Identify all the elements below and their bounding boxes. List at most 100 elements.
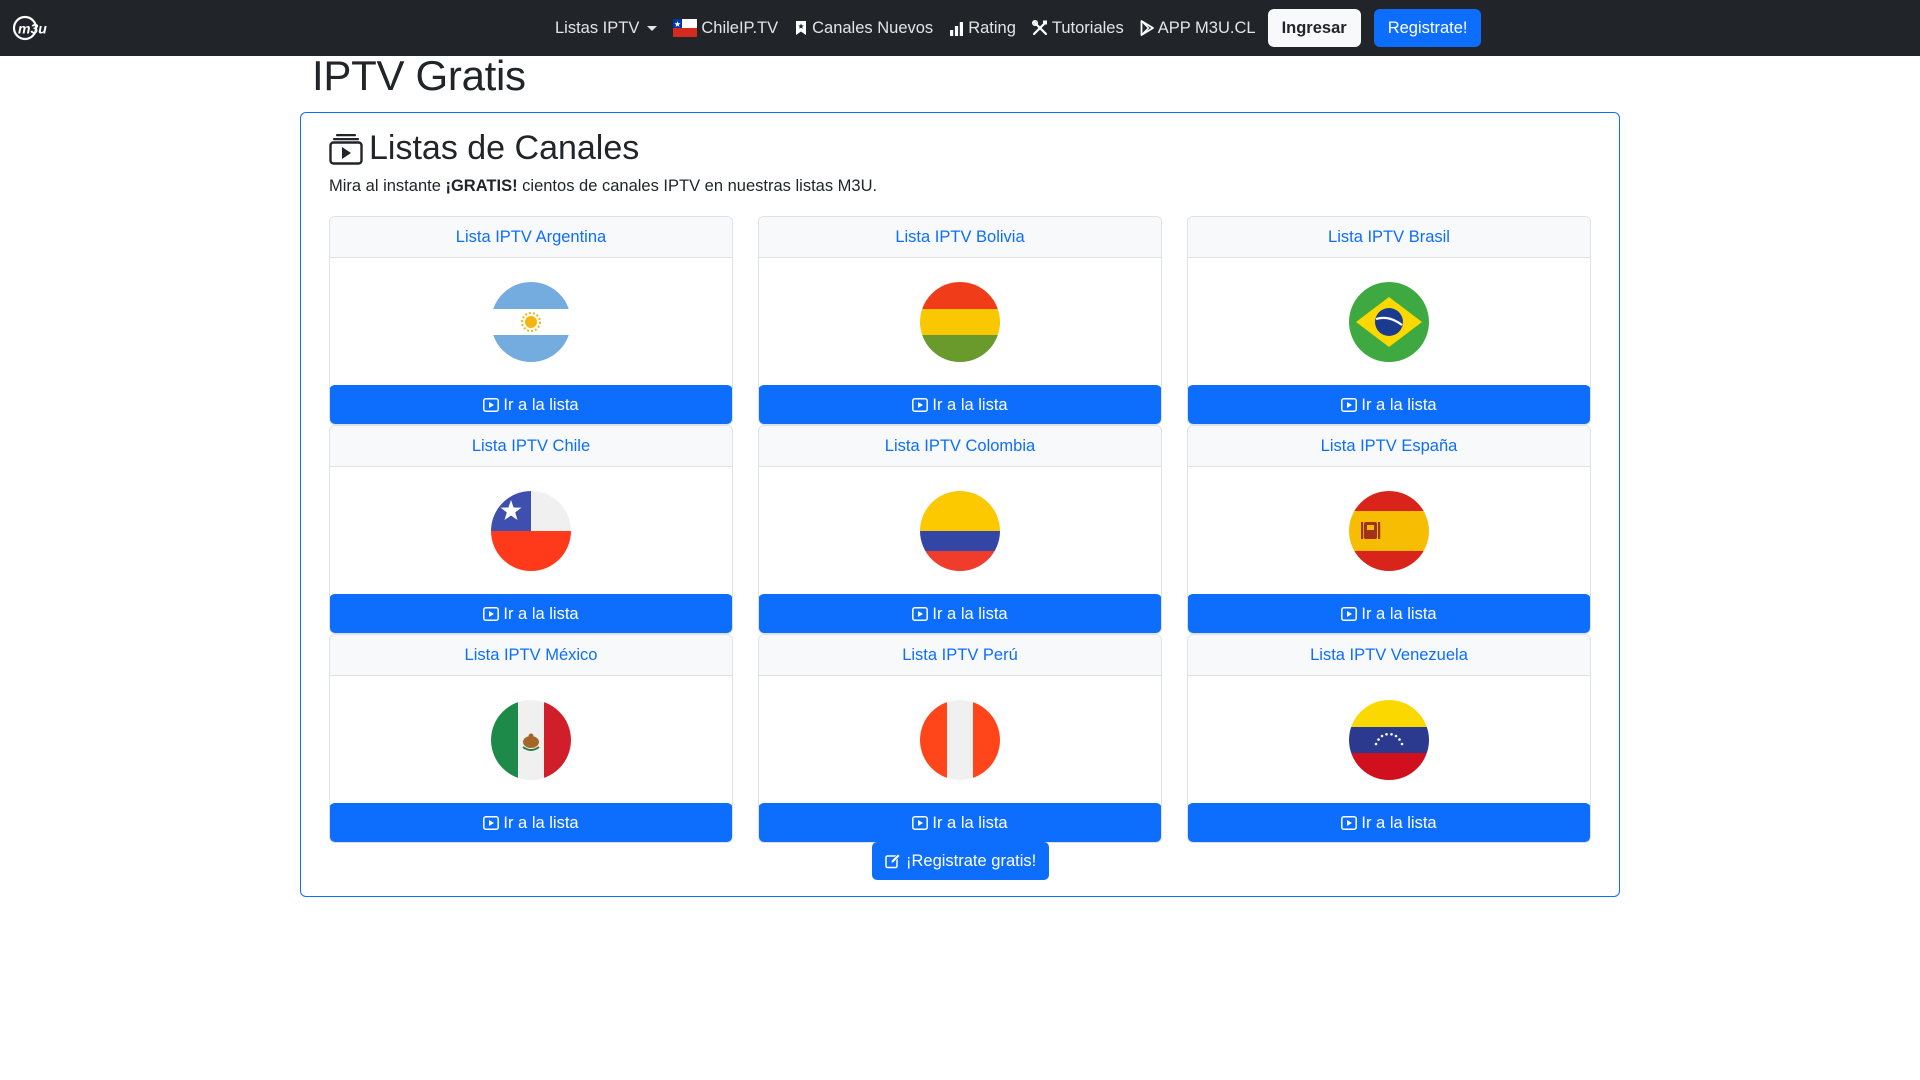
play-video-icon bbox=[483, 816, 500, 830]
card-body bbox=[330, 258, 732, 386]
go-to-list-button[interactable]: Ir a la lista bbox=[759, 803, 1161, 842]
card-title-link[interactable]: Lista IPTV España bbox=[1188, 426, 1590, 467]
register-button[interactable]: Registrate! bbox=[1373, 9, 1482, 47]
panel-heading: Listas de Canales bbox=[329, 129, 639, 168]
card-body bbox=[1188, 676, 1590, 804]
card-title-link[interactable]: Lista IPTV Argentina bbox=[330, 217, 732, 258]
card-bolivia: Lista IPTV Bolivia Ir a la lista bbox=[758, 216, 1162, 425]
play-video-icon bbox=[1341, 607, 1358, 621]
button-label: Ir a la lista bbox=[1361, 813, 1437, 832]
button-label: Ir a la lista bbox=[1361, 395, 1437, 414]
nav-item-listas-iptv[interactable]: Listas IPTV bbox=[547, 0, 665, 56]
card-body bbox=[1188, 258, 1590, 386]
go-to-list-button[interactable]: Ir a la lista bbox=[759, 594, 1161, 633]
lead-text: Mira al instante bbox=[329, 177, 446, 195]
go-to-list-button[interactable]: Ir a la lista bbox=[330, 385, 732, 424]
panel-title: Listas de Canales bbox=[369, 129, 640, 167]
caret-down-icon bbox=[647, 25, 658, 31]
card-body bbox=[759, 467, 1161, 595]
play-video-icon bbox=[912, 816, 929, 830]
nav-item-label: Rating bbox=[968, 18, 1016, 37]
page-title: IPTV Gratis bbox=[312, 52, 526, 99]
bolivia-flag-icon bbox=[920, 282, 1000, 362]
card-peru: Lista IPTV Perú Ir a la lista bbox=[758, 634, 1162, 843]
card-argentina: Lista IPTV Argentina Ir a la lista bbox=[329, 216, 733, 425]
colombia-flag-icon bbox=[920, 491, 1000, 571]
m3u-logo-icon: m3u bbox=[12, 15, 47, 41]
card-brasil: Lista IPTV Brasil Ir a la lista bbox=[1187, 216, 1591, 425]
nav-item-label: APP M3U.CL bbox=[1157, 18, 1256, 37]
tools-icon bbox=[1031, 20, 1047, 36]
button-label: Ir a la lista bbox=[503, 395, 579, 414]
card-title-link[interactable]: Lista IPTV Venezuela bbox=[1188, 635, 1590, 676]
card-body bbox=[759, 258, 1161, 386]
lead-text: cientos de canales IPTV en nuestras list… bbox=[517, 177, 878, 195]
card-title-link[interactable]: Lista IPTV Brasil bbox=[1188, 217, 1590, 258]
nav-item-label: Canales Nuevos bbox=[812, 18, 934, 37]
card-body bbox=[330, 467, 732, 595]
card-title-link[interactable]: Lista IPTV Perú bbox=[759, 635, 1161, 676]
play-store-icon bbox=[1140, 20, 1154, 36]
edit-icon bbox=[885, 853, 901, 869]
card-espana: Lista IPTV España Ir a la lista bbox=[1187, 425, 1591, 634]
svg-text:m3u: m3u bbox=[18, 21, 47, 37]
login-button[interactable]: Ingresar bbox=[1267, 9, 1361, 47]
card-chile: Lista IPTV Chile Ir a la lista bbox=[329, 425, 733, 634]
channel-lists-panel: Listas de Canales Mira al instante ¡GRAT… bbox=[300, 112, 1620, 897]
play-video-icon bbox=[912, 398, 929, 412]
play-video-icon bbox=[1341, 816, 1358, 830]
go-to-list-button[interactable]: Ir a la lista bbox=[1188, 385, 1590, 424]
brand-logo[interactable]: m3u bbox=[12, 14, 76, 42]
nav-item-app-m3ucl[interactable]: APP M3U.CL bbox=[1132, 0, 1264, 56]
go-to-list-button[interactable]: Ir a la lista bbox=[1188, 594, 1590, 633]
nav-item-canales-nuevos[interactable]: Canales Nuevos bbox=[786, 0, 941, 56]
card-mexico: Lista IPTV México Ir a la lista bbox=[329, 634, 733, 843]
go-to-list-button[interactable]: Ir a la lista bbox=[330, 803, 732, 842]
espana-flag-icon bbox=[1349, 491, 1429, 571]
play-video-icon bbox=[483, 607, 500, 621]
bookmark-icon bbox=[796, 21, 807, 35]
brasil-flag-icon bbox=[1349, 282, 1429, 362]
panel-description: Mira al instante ¡GRATIS! cientos de can… bbox=[329, 177, 877, 196]
button-label: Ir a la lista bbox=[932, 813, 1008, 832]
playlist-icon bbox=[329, 133, 363, 165]
go-to-list-button[interactable]: Ir a la lista bbox=[759, 385, 1161, 424]
go-to-list-button[interactable]: Ir a la lista bbox=[330, 594, 732, 633]
nav-item-label: Tutoriales bbox=[1051, 18, 1124, 37]
nav-item-label: ChileIP.TV bbox=[701, 18, 779, 37]
main-nav: Listas IPTV ChileIP.TV Canales Nuevos Ra… bbox=[547, 0, 1482, 56]
bar-chart-icon bbox=[950, 21, 964, 36]
nav-item-label: Listas IPTV bbox=[555, 18, 640, 37]
card-title-link[interactable]: Lista IPTV Colombia bbox=[759, 426, 1161, 467]
go-to-list-button[interactable]: Ir a la lista bbox=[1188, 803, 1590, 842]
button-label: Ir a la lista bbox=[503, 604, 579, 623]
nav-item-tutoriales[interactable]: Tutoriales bbox=[1024, 0, 1132, 56]
play-video-icon bbox=[483, 398, 500, 412]
venezuela-flag-icon bbox=[1349, 700, 1429, 780]
top-navbar: m3u Listas IPTV ChileIP.TV Canales Nuevo… bbox=[0, 0, 1920, 56]
card-title-link[interactable]: Lista IPTV Chile bbox=[330, 426, 732, 467]
button-label: Ir a la lista bbox=[1361, 604, 1437, 623]
lead-bold-text: ¡GRATIS! bbox=[445, 177, 518, 195]
chile-flag-icon bbox=[673, 19, 698, 37]
card-title-link[interactable]: Lista IPTV México bbox=[330, 635, 732, 676]
argentina-flag-icon bbox=[491, 282, 571, 362]
play-video-icon bbox=[912, 607, 929, 621]
play-video-icon bbox=[1341, 398, 1358, 412]
card-venezuela: Lista IPTV Venezuela Ir a la lista bbox=[1187, 634, 1591, 843]
chile-flag-icon bbox=[491, 491, 571, 571]
nav-item-rating[interactable]: Rating bbox=[941, 0, 1024, 56]
button-label: Ir a la lista bbox=[932, 604, 1008, 623]
card-title-link[interactable]: Lista IPTV Bolivia bbox=[759, 217, 1161, 258]
card-body bbox=[1188, 467, 1590, 595]
register-free-button[interactable]: ¡Registrate gratis! bbox=[872, 842, 1050, 880]
peru-flag-icon bbox=[920, 700, 1000, 780]
card-body bbox=[759, 676, 1161, 804]
button-label: Ir a la lista bbox=[932, 395, 1008, 414]
button-label: Ir a la lista bbox=[503, 813, 579, 832]
card-colombia: Lista IPTV Colombia Ir a la lista bbox=[758, 425, 1162, 634]
nav-item-chileiptv[interactable]: ChileIP.TV bbox=[665, 0, 786, 56]
card-body bbox=[330, 676, 732, 804]
mexico-flag-icon bbox=[491, 700, 571, 780]
button-label: ¡Registrate gratis! bbox=[906, 851, 1037, 870]
